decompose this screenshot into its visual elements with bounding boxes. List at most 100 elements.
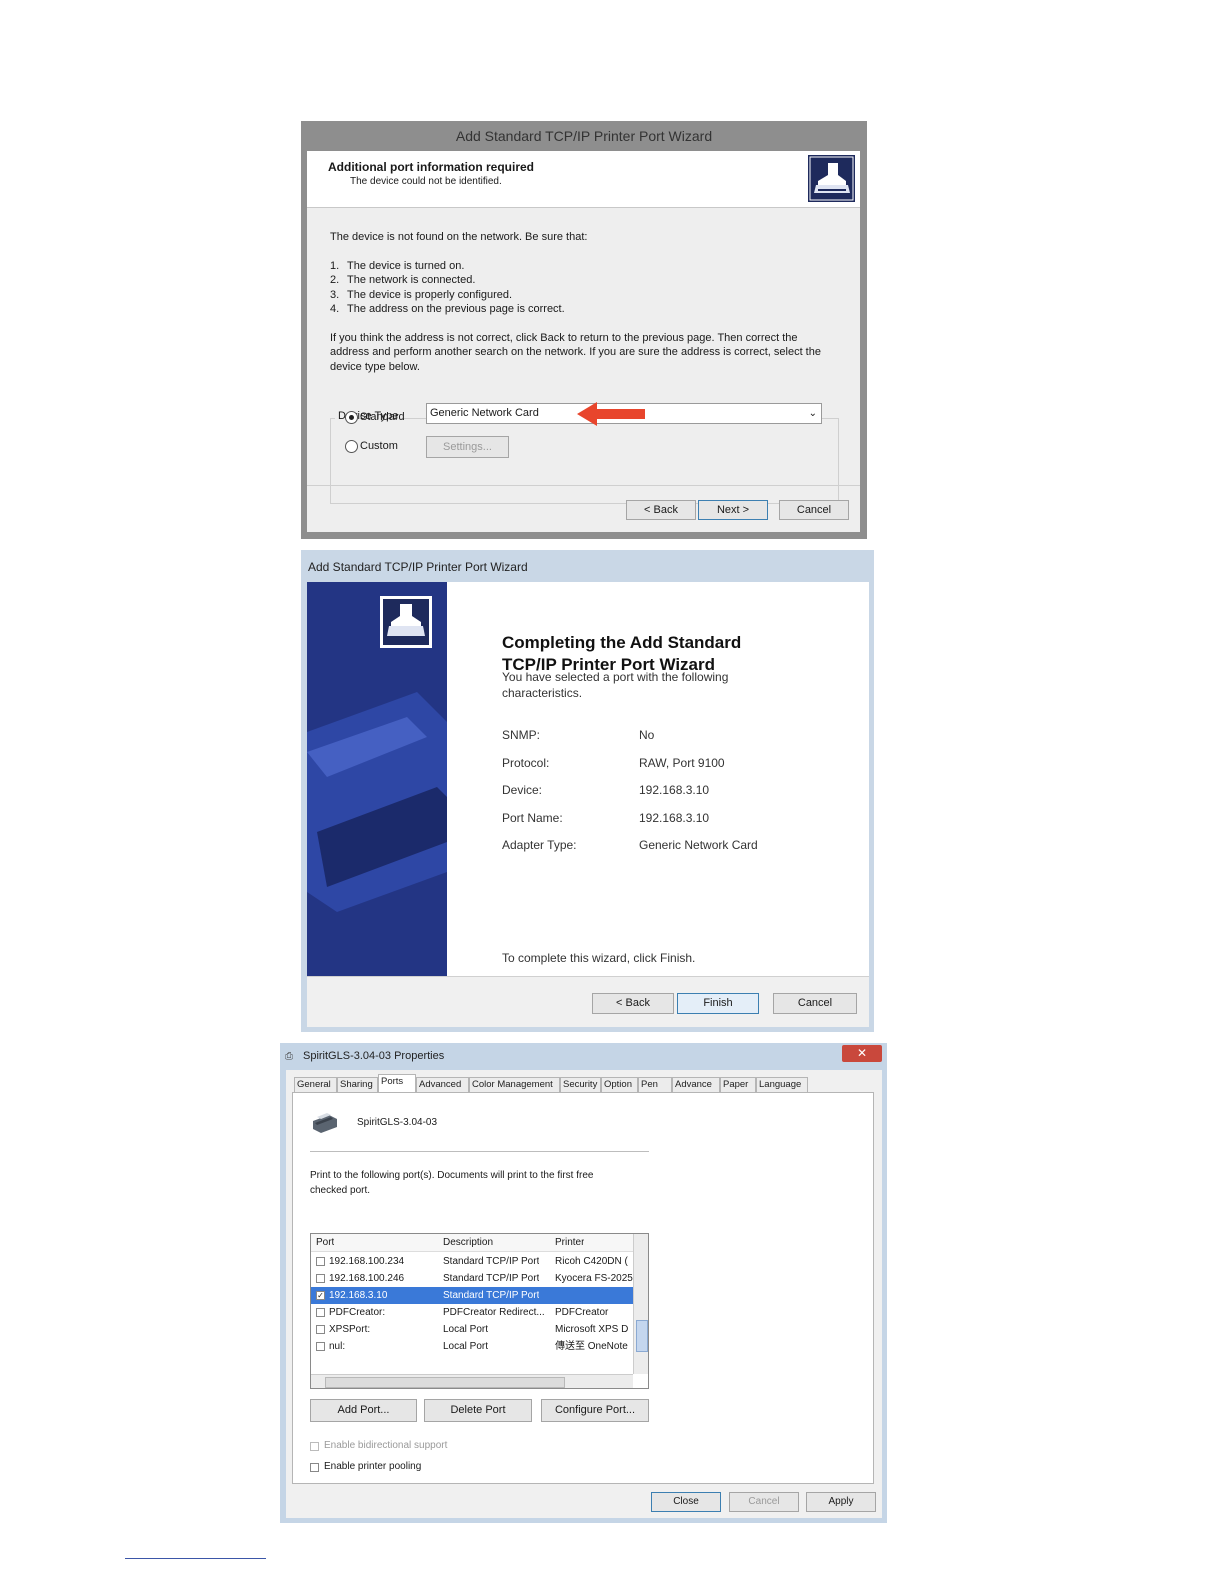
checklist-item-2: The network is connected. <box>347 274 476 286</box>
horizontal-scrollbar[interactable] <box>311 1374 633 1388</box>
list-item[interactable]: 192.168.100.246 Standard TCP/IP Port Kyo… <box>311 1270 633 1287</box>
port-cell: 192.168.3.10 <box>329 1290 388 1301</box>
printer-cell: Kyocera FS-2025 <box>555 1273 633 1284</box>
checklist-num-4: 4. <box>330 303 340 315</box>
chevron-down-icon: ⌄ <box>808 408 817 419</box>
finish-button[interactable]: Finish <box>677 993 759 1014</box>
port-checkbox[interactable] <box>316 1274 325 1283</box>
cancel-button[interactable]: Cancel <box>779 500 849 520</box>
cancel-button[interactable]: Cancel <box>773 993 857 1014</box>
list-item[interactable]: 192.168.100.234 Standard TCP/IP Port Ric… <box>311 1253 633 1270</box>
scroll-thumb[interactable] <box>325 1377 565 1388</box>
tab-general[interactable]: General <box>294 1077 337 1092</box>
printer-cell: Ricoh C420DN ( <box>555 1256 628 1267</box>
tab-paper[interactable]: Paper <box>720 1077 756 1092</box>
port-cell: 192.168.100.234 <box>329 1256 405 1267</box>
back-button[interactable]: < Back <box>592 993 674 1014</box>
port-checkbox[interactable] <box>316 1308 325 1317</box>
column-printer[interactable]: Printer <box>555 1234 584 1251</box>
list-header: Port Description Printer <box>311 1234 648 1252</box>
printer-icon <box>808 155 855 202</box>
port-cell: 192.168.100.246 <box>329 1273 405 1284</box>
tab-language[interactable]: Language <box>756 1077 808 1092</box>
intro-text: The device is not found on the network. … <box>330 231 588 243</box>
list-item[interactable]: nul: Local Port 傳送至 OneNote <box>311 1338 633 1355</box>
wizard-page: Additional port information required The… <box>307 151 860 532</box>
red-arrow-annotation <box>577 402 645 426</box>
next-button[interactable]: Next > <box>698 500 768 520</box>
snmp-value: No <box>639 728 655 742</box>
wizard-page: Completing the Add Standard TCP/IP Print… <box>307 582 869 976</box>
port-checkbox[interactable] <box>316 1257 325 1266</box>
back-button[interactable]: < Back <box>626 500 696 520</box>
description-cell: Standard TCP/IP Port <box>443 1273 540 1284</box>
footer-divider <box>307 485 860 486</box>
instructions-line-1: Print to the following port(s). Document… <box>310 1170 594 1181</box>
pooling-checkbox[interactable] <box>310 1463 319 1472</box>
list-item[interactable]: XPSPort: Local Port Microsoft XPS D <box>311 1321 633 1338</box>
close-button[interactable]: Close <box>651 1492 721 1512</box>
adapter-type-value: Generic Network Card <box>639 838 758 852</box>
delete-port-button[interactable]: Delete Port <box>424 1399 532 1422</box>
instructions-line-2: checked port. <box>310 1185 371 1196</box>
standard-radio[interactable] <box>345 411 358 424</box>
standard-label[interactable]: Standard <box>360 411 405 423</box>
scroll-thumb[interactable] <box>636 1320 648 1352</box>
printer-icon <box>313 1113 337 1133</box>
cancel-button[interactable]: Cancel <box>729 1492 799 1512</box>
list-item[interactable]: PDFCreator: PDFCreator Redirect... PDFCr… <box>311 1304 633 1321</box>
wizard-header: Additional port information required The… <box>307 151 860 208</box>
header-subtitle: The device could not be identified. <box>350 176 502 187</box>
bidirectional-label: Enable bidirectional support <box>324 1440 448 1451</box>
divider <box>310 1151 649 1152</box>
dialog-title: SpiritGLS-3.04-03 Properties <box>303 1050 445 1062</box>
port-checkbox[interactable] <box>316 1342 325 1351</box>
port-cell: nul: <box>329 1341 346 1352</box>
port-wizard-dialog-2: Add Standard TCP/IP Printer Port Wizard … <box>301 550 874 1032</box>
description-cell: PDFCreator Redirect... <box>443 1307 545 1318</box>
configure-port-button[interactable]: Configure Port... <box>541 1399 649 1422</box>
apply-button[interactable]: Apply <box>806 1492 876 1512</box>
column-port[interactable]: Port <box>316 1234 334 1251</box>
tab-color-management[interactable]: Color Management <box>469 1077 560 1092</box>
dialog-title: Add Standard TCP/IP Printer Port Wizard <box>308 560 528 574</box>
pooling-label: Enable printer pooling <box>324 1461 422 1472</box>
printer-name: SpiritGLS-3.04-03 <box>357 1117 438 1128</box>
port-checkbox[interactable] <box>316 1325 325 1334</box>
dialog-body: General Sharing Ports Advanced Color Man… <box>286 1070 882 1518</box>
custom-radio[interactable] <box>345 440 358 453</box>
advice-line-3: device type below. <box>330 361 420 373</box>
close-icon[interactable]: ✕ <box>842 1045 882 1062</box>
advice-line-2: address and perform another search on th… <box>330 346 821 358</box>
settings-button[interactable]: Settings... <box>426 436 509 458</box>
tab-ports[interactable]: Ports <box>378 1074 416 1093</box>
bidirectional-checkbox[interactable] <box>310 1442 319 1451</box>
column-description[interactable]: Description <box>443 1234 493 1251</box>
finish-note: To complete this wizard, click Finish. <box>502 951 696 965</box>
add-port-button[interactable]: Add Port... <box>310 1399 417 1422</box>
checklist-num-1: 1. <box>330 260 340 272</box>
custom-label[interactable]: Custom <box>360 440 398 452</box>
ports-panel: SpiritGLS-3.04-03 Print to the following… <box>292 1092 874 1484</box>
port-cell: PDFCreator: <box>329 1307 386 1318</box>
tab-advanced[interactable]: Advanced <box>416 1077 469 1092</box>
intro-line-1: You have selected a port with the follow… <box>502 670 729 684</box>
protocol-label: Protocol: <box>502 756 550 770</box>
device-label: Device: <box>502 783 543 797</box>
tab-pen[interactable]: Pen <box>638 1077 672 1092</box>
dialog-title: Add Standard TCP/IP Printer Port Wizard <box>455 128 713 144</box>
ports-list[interactable]: Port Description Printer 192.168.100.234… <box>310 1233 649 1389</box>
tab-advance[interactable]: Advance <box>672 1077 720 1092</box>
tab-sharing[interactable]: Sharing <box>337 1077 378 1092</box>
port-name-label: Port Name: <box>502 811 563 825</box>
intro-line-2: characteristics. <box>502 686 583 700</box>
vertical-scrollbar[interactable] <box>633 1234 648 1374</box>
list-item-selected[interactable]: ✓ 192.168.3.10 Standard TCP/IP Port <box>311 1287 633 1304</box>
tab-option[interactable]: Option <box>601 1077 638 1092</box>
printer-cell: PDFCreator <box>555 1307 609 1318</box>
printer-cell: Microsoft XPS D <box>555 1324 629 1335</box>
port-checkbox-checked[interactable]: ✓ <box>316 1291 325 1300</box>
tab-security[interactable]: Security <box>560 1077 601 1092</box>
heading-line-1: Completing the Add Standard <box>502 633 742 652</box>
protocol-value: RAW, Port 9100 <box>639 756 725 770</box>
